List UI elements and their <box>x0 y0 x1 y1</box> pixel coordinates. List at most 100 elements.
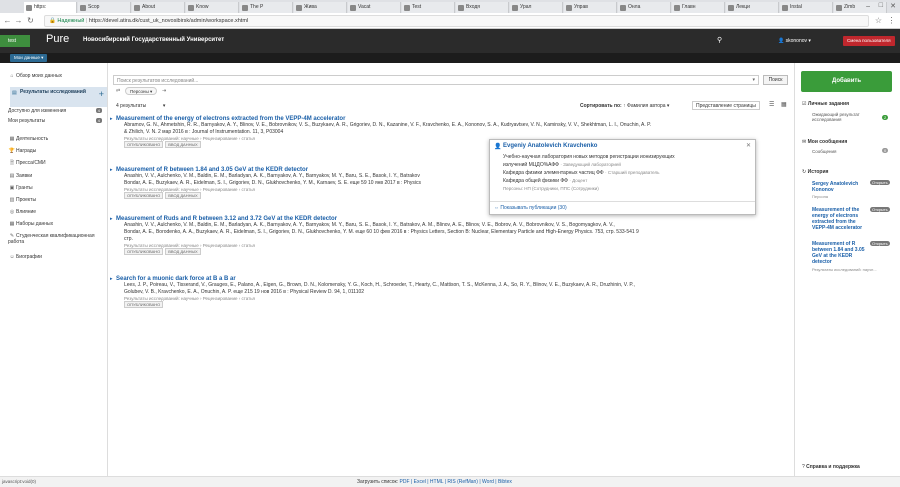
award-icon: 🏆 <box>8 148 16 154</box>
sidebar-item[interactable]: ✎ Студенческая квалификационная работа <box>8 233 100 245</box>
browser-tab[interactable]: The P <box>240 2 293 13</box>
browser-tab[interactable]: Жива <box>294 2 347 13</box>
search-icon[interactable]: ⚲ <box>717 36 722 44</box>
sidebar-item[interactable]: ▣ Гранты <box>8 185 106 191</box>
status-tag: ОПУБЛИКОВАНО <box>124 301 164 308</box>
tasks-icon: ☑ <box>802 101 807 107</box>
browser-tab[interactable]: About <box>132 2 185 13</box>
messages-icon: ✉ <box>802 139 807 145</box>
popup-org-2: Кафедра физики элементарных частиц ФФ <box>503 170 604 176</box>
tab-favicon <box>80 5 86 11</box>
window-close-icon[interactable]: ✕ <box>890 2 896 10</box>
tab-label: Instal <box>790 4 802 10</box>
pub-authors: Lees, J. P., Poireau, V., Tisserand, V.,… <box>124 282 635 288</box>
browser-tab[interactable]: Test <box>402 2 455 13</box>
filter-toggle-icon[interactable]: ⇄ <box>116 88 120 94</box>
switch-user-button[interactable]: Смена пользователя <box>843 36 895 46</box>
popup-org-3: Кафедра общей физики ФФ <box>503 178 568 184</box>
sidebar-item[interactable]: ▤ Заявки <box>8 173 106 179</box>
search-input[interactable]: Поиск результатов исследований... ▾ <box>113 75 759 85</box>
filter-clear-icon[interactable]: ⇥ <box>162 88 166 94</box>
sidebar-sub-mine[interactable]: Мои результаты 4 <box>8 118 106 124</box>
search-dropdown-icon[interactable]: ▾ <box>752 77 755 83</box>
forward-icon[interactable]: → <box>14 16 23 25</box>
history-open-badge[interactable]: Открыть <box>870 207 890 212</box>
sidebar-research-results[interactable]: ▤ Результаты исследований + <box>10 87 107 107</box>
sidebar-item-label: Заявки <box>16 173 33 179</box>
popup-org-1: Учебно-научная лаборатория новых методов… <box>503 154 675 160</box>
tab-favicon <box>296 5 302 11</box>
browser-tab[interactable]: Лекци <box>726 2 779 13</box>
tasks-section[interactable]: ☑ Личные задания <box>802 101 849 107</box>
sidebar-item[interactable]: 🗎 Пресса/СМИ <box>8 160 106 168</box>
history-item-title[interactable]: Sergey Anatolevich Kononov <box>812 181 868 193</box>
reload-icon[interactable]: ↻ <box>26 16 35 25</box>
url-text: https://devel.atira.dk/cust_uk_novosibir… <box>88 18 249 24</box>
grid-view-icon[interactable]: ▦ <box>781 101 787 108</box>
back-icon[interactable]: ← <box>3 16 12 25</box>
pure-logo[interactable]: Pure <box>46 33 69 45</box>
history-item-title[interactable]: Measurement of the energy of electrons e… <box>812 207 868 231</box>
tab-label: https: <box>34 4 47 10</box>
add-result-icon[interactable]: + <box>99 89 104 99</box>
browser-menu-icon[interactable]: ⋮ <box>887 16 896 25</box>
browser-tabbar: https: Scop About Know The P Жива Vacat Test Вхо… <box>0 0 900 13</box>
sidebar-item[interactable]: 🏆Награды <box>8 148 106 154</box>
show-publications-link[interactable]: ⇔ Показывать публикации (30) <box>494 205 567 211</box>
sidebar-item[interactable]: ◎ Влияние <box>8 209 106 215</box>
browser-tab[interactable]: Instal <box>780 2 833 13</box>
sidebar-item[interactable]: ▥ Проекты <box>8 197 106 203</box>
sidebar-item[interactable]: ▦ Деятельность <box>8 136 106 142</box>
user-menu[interactable]: 👤 skononov ▾ <box>778 38 811 44</box>
minimize-icon[interactable]: – <box>866 3 870 10</box>
tab-favicon <box>134 5 140 11</box>
address-bar: ← → ↻ 🔒 Надежный | https://devel.atira.d… <box>0 13 900 29</box>
pub-item: ▸ Search for a muonic dark force at B a … <box>110 276 788 308</box>
popup-person-name[interactable]: Evgeniy Anatolevich Kravchenko <box>503 143 597 149</box>
pub-icon: ▸ <box>110 276 113 282</box>
url-input[interactable]: 🔒 Надежный | https://devel.atira.dk/cust… <box>44 15 869 27</box>
add-button[interactable]: Добавить <box>801 71 892 92</box>
maximize-icon[interactable]: □ <box>879 2 883 9</box>
messages-sub[interactable]: Сообщения <box>812 149 836 154</box>
download-formats[interactable]: PDF | Excel | HTML | RIS (RefMan) | Word… <box>400 479 512 485</box>
tasks-sub[interactable]: Ожидающий результат исследования <box>812 112 872 122</box>
browser-tab[interactable]: Scop <box>78 2 131 13</box>
history-open-badge[interactable]: Открыть <box>870 241 890 246</box>
sidebar-selected-label: Результаты исследований <box>20 89 86 95</box>
messages-section[interactable]: ✉ Мои сообщения <box>802 139 847 145</box>
results-count[interactable]: 4 результаты ▾ <box>116 103 165 109</box>
tab-favicon <box>458 5 464 11</box>
page-view-button[interactable]: Представление страницы <box>692 101 760 110</box>
list-view-icon[interactable]: ☰ <box>769 101 774 108</box>
sort-control[interactable]: Сортировать по: ↑ Фамилия автора ▾ <box>580 103 669 109</box>
env-badge: test <box>0 35 30 47</box>
browser-tab[interactable]: Vacat <box>348 2 401 13</box>
browser-tab[interactable]: Онла <box>618 2 671 13</box>
tab-favicon <box>26 5 32 11</box>
sidebar-item[interactable]: ☺Биографии <box>8 254 106 260</box>
pub-source: Bondar, A. E., Borodenko, A. A., Buzykae… <box>124 229 639 235</box>
history-item-title[interactable]: Measurement of R between 1.84 and 3.05 G… <box>812 241 868 265</box>
browser-tab[interactable]: Know <box>186 2 239 13</box>
bookmark-star-icon[interactable]: ☆ <box>874 16 883 25</box>
sidebar-overview[interactable]: ⌂ Обзор моих данных <box>8 73 106 79</box>
pub-authors: Anashin, V. V., Aulchenko, V. M., Baldin… <box>124 222 615 228</box>
popup-close-icon[interactable]: ✕ <box>746 142 751 149</box>
browser-tab[interactable]: https: <box>24 2 77 13</box>
browser-tab[interactable]: Входя <box>456 2 509 13</box>
browser-tab[interactable]: Главн <box>672 2 725 13</box>
history-open-badge[interactable]: Открыть <box>870 180 890 185</box>
pub-icon: ▸ <box>110 116 113 122</box>
filter-persons[interactable]: Персоны ▾ <box>125 87 158 95</box>
history-icon: ↻ <box>802 169 807 175</box>
tab-label: Жива <box>304 4 317 10</box>
search-button[interactable]: Поиск <box>763 75 788 85</box>
sidebar-item[interactable]: ▦ Наборы данных <box>8 221 106 227</box>
sidebar-sub-editable[interactable]: Доступно для изменения 4 <box>8 108 106 114</box>
browser-tab[interactable]: Управ <box>564 2 617 13</box>
help-link[interactable]: ? Справка и поддержка <box>802 464 860 470</box>
activity-icon: ▦ <box>9 136 15 142</box>
my-data-button[interactable]: Мои данные ▾ <box>10 54 48 62</box>
browser-tab[interactable]: Урал <box>510 2 563 13</box>
